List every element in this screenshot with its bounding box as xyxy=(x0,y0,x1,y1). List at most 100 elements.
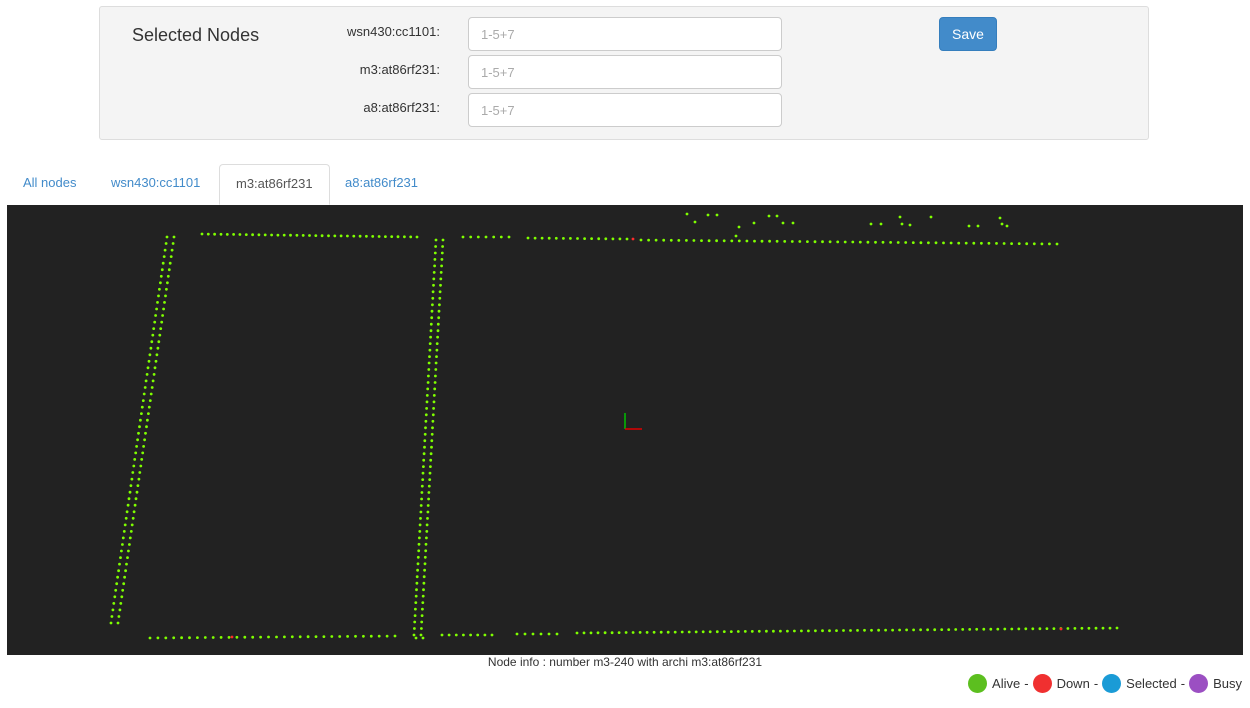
node-point[interactable] xyxy=(158,333,162,337)
node-point[interactable] xyxy=(604,237,608,241)
node-point[interactable] xyxy=(866,240,870,244)
node-point[interactable] xyxy=(904,241,908,244)
node-point[interactable] xyxy=(144,379,148,383)
node-point[interactable] xyxy=(919,628,922,632)
node-point[interactable] xyxy=(131,471,135,474)
node-point[interactable] xyxy=(891,628,894,632)
node-point[interactable] xyxy=(153,320,157,324)
node-point[interactable] xyxy=(160,320,164,324)
node-point[interactable] xyxy=(438,303,441,307)
node-point[interactable] xyxy=(322,635,326,638)
node-point[interactable] xyxy=(427,374,430,378)
node-point[interactable] xyxy=(433,387,437,391)
node-point[interactable] xyxy=(454,633,458,637)
node-point[interactable] xyxy=(121,536,125,540)
node-point[interactable] xyxy=(427,484,431,488)
node-point[interactable] xyxy=(964,241,968,245)
node-point[interactable] xyxy=(429,329,433,333)
node-point[interactable] xyxy=(851,240,855,244)
node-point[interactable] xyxy=(431,303,434,307)
tab-m3[interactable]: m3:at86rf231 xyxy=(219,164,330,205)
node-point[interactable] xyxy=(898,628,901,632)
node-point[interactable] xyxy=(436,335,439,339)
node-point[interactable] xyxy=(160,268,164,272)
node-point[interactable] xyxy=(434,245,437,248)
node-point[interactable] xyxy=(440,258,444,261)
node-point[interactable] xyxy=(1005,224,1009,228)
node-point[interactable] xyxy=(1115,626,1119,630)
node-point[interactable] xyxy=(432,277,436,281)
node-point[interactable] xyxy=(791,221,795,225)
node-point[interactable] xyxy=(414,607,417,611)
node-point[interactable] xyxy=(638,631,642,634)
node-point[interactable] xyxy=(631,631,635,634)
node-point[interactable] xyxy=(124,516,128,520)
node-point[interactable] xyxy=(295,233,299,237)
node-point[interactable] xyxy=(432,283,435,287)
node-point[interactable] xyxy=(435,348,439,352)
node-point[interactable] xyxy=(790,240,794,243)
node-point[interactable] xyxy=(856,629,859,632)
node-point[interactable] xyxy=(414,636,418,640)
node-point[interactable] xyxy=(188,636,191,640)
node-point[interactable] xyxy=(1003,627,1007,631)
node-point[interactable] xyxy=(429,458,433,462)
node-point[interactable] xyxy=(147,405,151,409)
node-point[interactable] xyxy=(779,629,782,633)
node-point[interactable] xyxy=(416,568,419,572)
node-point[interactable] xyxy=(146,418,149,422)
node-point[interactable] xyxy=(171,242,175,245)
node-point[interactable] xyxy=(200,232,204,236)
node-point[interactable] xyxy=(798,240,802,243)
node-point[interactable] xyxy=(469,633,472,637)
node-point[interactable] xyxy=(881,240,885,244)
node-point[interactable] xyxy=(1010,627,1014,631)
node-point[interactable] xyxy=(426,510,430,514)
node-point[interactable] xyxy=(775,214,779,218)
node-point[interactable] xyxy=(362,634,365,638)
node-point[interactable] xyxy=(438,296,442,300)
node-point[interactable] xyxy=(244,233,248,236)
node-point[interactable] xyxy=(135,445,139,448)
node-point[interactable] xyxy=(426,387,430,391)
node-point[interactable] xyxy=(647,238,650,242)
node-point[interactable] xyxy=(263,233,267,237)
node-point[interactable] xyxy=(603,631,607,635)
node-point[interactable] xyxy=(155,353,159,357)
node-point[interactable] xyxy=(147,412,150,415)
node-point[interactable] xyxy=(430,445,433,449)
node-point[interactable] xyxy=(533,236,537,240)
node-point[interactable] xyxy=(843,240,847,244)
node-point[interactable] xyxy=(130,477,134,481)
node-point[interactable] xyxy=(148,353,152,357)
node-point[interactable] xyxy=(146,366,150,370)
node-point[interactable] xyxy=(282,233,286,237)
node-point[interactable] xyxy=(435,355,438,358)
node-point[interactable] xyxy=(900,222,904,226)
node-point[interactable] xyxy=(1017,242,1021,245)
node-point[interactable] xyxy=(147,359,151,363)
node-point[interactable] xyxy=(750,630,754,633)
node-point[interactable] xyxy=(149,346,153,350)
node-point[interactable] xyxy=(423,432,427,436)
node-point[interactable] xyxy=(377,634,381,638)
node-point[interactable] xyxy=(760,239,764,243)
node-point[interactable] xyxy=(159,327,163,330)
node-point[interactable] xyxy=(435,342,439,345)
node-point[interactable] xyxy=(427,361,431,365)
node-point[interactable] xyxy=(148,636,152,640)
node-point[interactable] xyxy=(870,628,873,632)
node-point[interactable] xyxy=(523,632,527,636)
node-point[interactable] xyxy=(659,630,663,634)
node-point[interactable] xyxy=(968,628,972,631)
node-point[interactable] xyxy=(539,632,543,636)
node-point[interactable] xyxy=(164,636,168,640)
node-point[interactable] xyxy=(420,627,423,630)
node-point[interactable] xyxy=(257,233,261,237)
node-point[interactable] xyxy=(934,241,938,245)
node-point[interactable] xyxy=(434,368,438,371)
node-point[interactable] xyxy=(889,241,892,244)
node-point[interactable] xyxy=(385,634,389,638)
node-point[interactable] xyxy=(413,620,417,624)
node-point[interactable] xyxy=(645,631,649,634)
